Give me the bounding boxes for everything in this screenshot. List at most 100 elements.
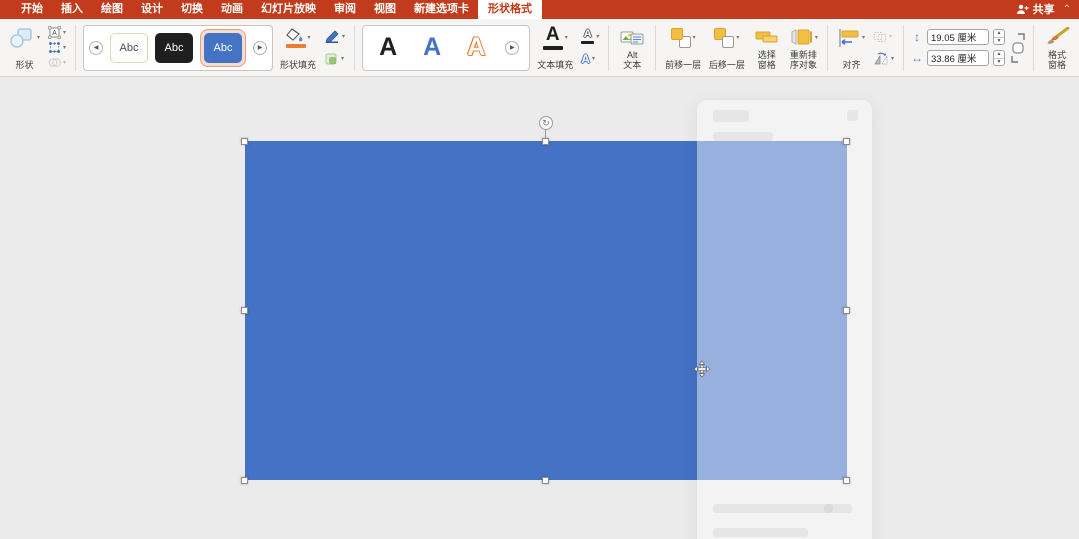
shape-style-option-2[interactable]: Abc — [155, 32, 194, 63]
tab-draw[interactable]: 绘图 — [92, 0, 132, 19]
dropdown-icon: ▾ — [591, 56, 595, 62]
bring-forward-button[interactable]: ▾ 前移一层 — [663, 23, 703, 73]
resize-handle-bottom-right[interactable] — [843, 477, 850, 484]
fading-format-pane — [697, 100, 872, 539]
width-stepper[interactable]: ▲ ▼ — [993, 50, 1005, 66]
shapes-button[interactable]: ▾ 形状 — [6, 23, 43, 73]
alt-text-label: Alt 文本 — [623, 49, 642, 71]
tab-view[interactable]: 视图 — [365, 0, 405, 19]
merge-shapes-button[interactable]: ▾ — [46, 55, 68, 70]
text-fill-button[interactable]: A ▾ 文本填充 — [534, 23, 576, 73]
group-objects-button[interactable]: ▾ — [871, 29, 896, 44]
format-pane-button[interactable]: 格式 窗格 — [1041, 23, 1073, 73]
text-outline-icon: A — [583, 28, 592, 40]
shape-style-gallery: ◀ Abc Abc Abc ▶ — [83, 24, 274, 71]
shape-height-input[interactable] — [927, 29, 989, 45]
collapse-ribbon-icon[interactable]: ⌃ — [1063, 4, 1071, 15]
format-pane-label: 格式 窗格 — [1047, 49, 1066, 71]
rotate-icon — [874, 52, 888, 64]
selection-pane-icon — [755, 31, 778, 43]
text-box-button[interactable]: A ▾ — [46, 26, 68, 41]
text-fill-label: 文本填充 — [537, 60, 574, 71]
share-button[interactable]: 共享 — [1016, 1, 1055, 17]
group-divider — [903, 24, 904, 71]
resize-handle-top-left[interactable] — [241, 138, 248, 145]
shape-outline-button[interactable]: ▾ — [322, 29, 347, 44]
tab-slideshow[interactable]: 幻灯片放映 — [252, 0, 325, 19]
stepper-up-icon[interactable]: ▲ — [994, 51, 1004, 59]
stepper-down-icon[interactable]: ▼ — [994, 59, 1004, 66]
resize-handle-middle-left[interactable] — [241, 307, 248, 314]
tab-home[interactable]: 开始 — [12, 0, 52, 19]
bring-forward-label: 前移一层 — [665, 60, 702, 71]
gallery-next-icon[interactable]: ▶ — [505, 40, 520, 55]
text-fill-color-swatch — [542, 46, 563, 50]
shape-fill-label: 形状填充 — [280, 60, 317, 71]
merge-shapes-icon — [48, 57, 61, 67]
tab-transitions[interactable]: 切换 — [172, 0, 212, 19]
alt-text-button[interactable]: Alt 文本 — [616, 23, 648, 73]
dropdown-icon: ▾ — [63, 45, 67, 51]
alt-text-icon — [620, 31, 644, 45]
group-divider — [1033, 24, 1034, 71]
text-box-icon: A — [48, 26, 61, 40]
group-divider — [75, 24, 77, 71]
resize-handle-bottom-center[interactable] — [542, 477, 549, 484]
tab-shape-format[interactable]: 形状格式 — [478, 0, 542, 19]
shape-width-icon: ↔ — [911, 51, 923, 65]
menu-bar: 开始 插入 绘图 设计 切换 动画 幻灯片放映 审阅 视图 新建选项卡 形状格式… — [0, 0, 1079, 19]
resize-handle-top-right[interactable] — [843, 138, 850, 145]
resize-handle-middle-right[interactable] — [843, 307, 850, 314]
wordart-option-2[interactable]: A — [417, 35, 447, 60]
tab-insert[interactable]: 插入 — [52, 0, 92, 19]
wordart-option-3[interactable]: A — [461, 35, 491, 60]
wordart-style-gallery: A A A ▶ — [362, 24, 531, 71]
shapes-icon — [10, 27, 32, 48]
dropdown-icon: ▾ — [888, 34, 892, 40]
shape-style-option-1[interactable]: Abc — [110, 32, 149, 63]
shape-effects-button[interactable]: ▾ — [322, 51, 347, 66]
paint-bucket-icon — [285, 27, 303, 41]
stepper-up-icon[interactable]: ▲ — [994, 30, 1004, 38]
rotate-objects-button[interactable]: ▾ — [871, 51, 896, 66]
text-effects-button[interactable]: A ▾ — [579, 51, 601, 66]
rotation-handle-icon[interactable]: ↻ — [539, 116, 553, 130]
group-objects-icon — [873, 31, 886, 42]
reorder-objects-button[interactable]: ▾ 重新排 序对象 — [787, 23, 820, 73]
shape-style-selected[interactable]: Abc — [200, 28, 247, 67]
gallery-next-icon[interactable]: ▶ — [253, 40, 268, 55]
bring-forward-icon — [670, 27, 691, 48]
align-button[interactable]: ▾ 对齐 — [835, 23, 868, 73]
tab-new-tab[interactable]: 新建选项卡 — [405, 0, 478, 19]
send-backward-button[interactable]: ▾ 后移一层 — [707, 23, 747, 73]
edit-shape-button[interactable]: ▾ — [46, 40, 68, 55]
shape-width-input[interactable] — [927, 50, 989, 66]
dropdown-icon: ▾ — [307, 35, 311, 41]
group-divider — [655, 24, 657, 71]
stepper-down-icon[interactable]: ▼ — [994, 38, 1004, 45]
wordart-option-1[interactable]: A — [373, 35, 403, 60]
text-fill-icon: A — [545, 24, 560, 45]
crop-icon[interactable] — [1010, 30, 1026, 66]
tab-review[interactable]: 审阅 — [325, 0, 365, 19]
svg-text:A: A — [52, 30, 57, 37]
gallery-prev-icon[interactable]: ◀ — [89, 40, 104, 55]
selection-pane-button[interactable]: 选择 窗格 — [751, 23, 783, 73]
reorder-objects-label: 重新排 序对象 — [789, 49, 817, 71]
dropdown-icon: ▾ — [861, 35, 865, 41]
height-stepper[interactable]: ▲ ▼ — [993, 29, 1005, 45]
text-outline-button[interactable]: A ▾ — [579, 29, 601, 44]
shape-fill-button[interactable]: ▾ 形状填充 — [277, 23, 319, 73]
slide-canvas[interactable]: ↻ — [0, 78, 1079, 539]
fill-color-swatch — [285, 43, 306, 48]
align-icon — [839, 28, 859, 47]
shape-style-option-3[interactable]: Abc — [204, 32, 243, 63]
group-divider — [826, 24, 828, 71]
resize-handle-top-center[interactable] — [542, 138, 549, 145]
resize-handle-bottom-left[interactable] — [241, 477, 248, 484]
tab-animations[interactable]: 动画 — [212, 0, 252, 19]
tab-design[interactable]: 设计 — [132, 0, 172, 19]
share-label: 共享 — [1032, 4, 1055, 16]
dropdown-icon: ▾ — [890, 56, 894, 62]
dropdown-icon: ▾ — [596, 34, 600, 40]
